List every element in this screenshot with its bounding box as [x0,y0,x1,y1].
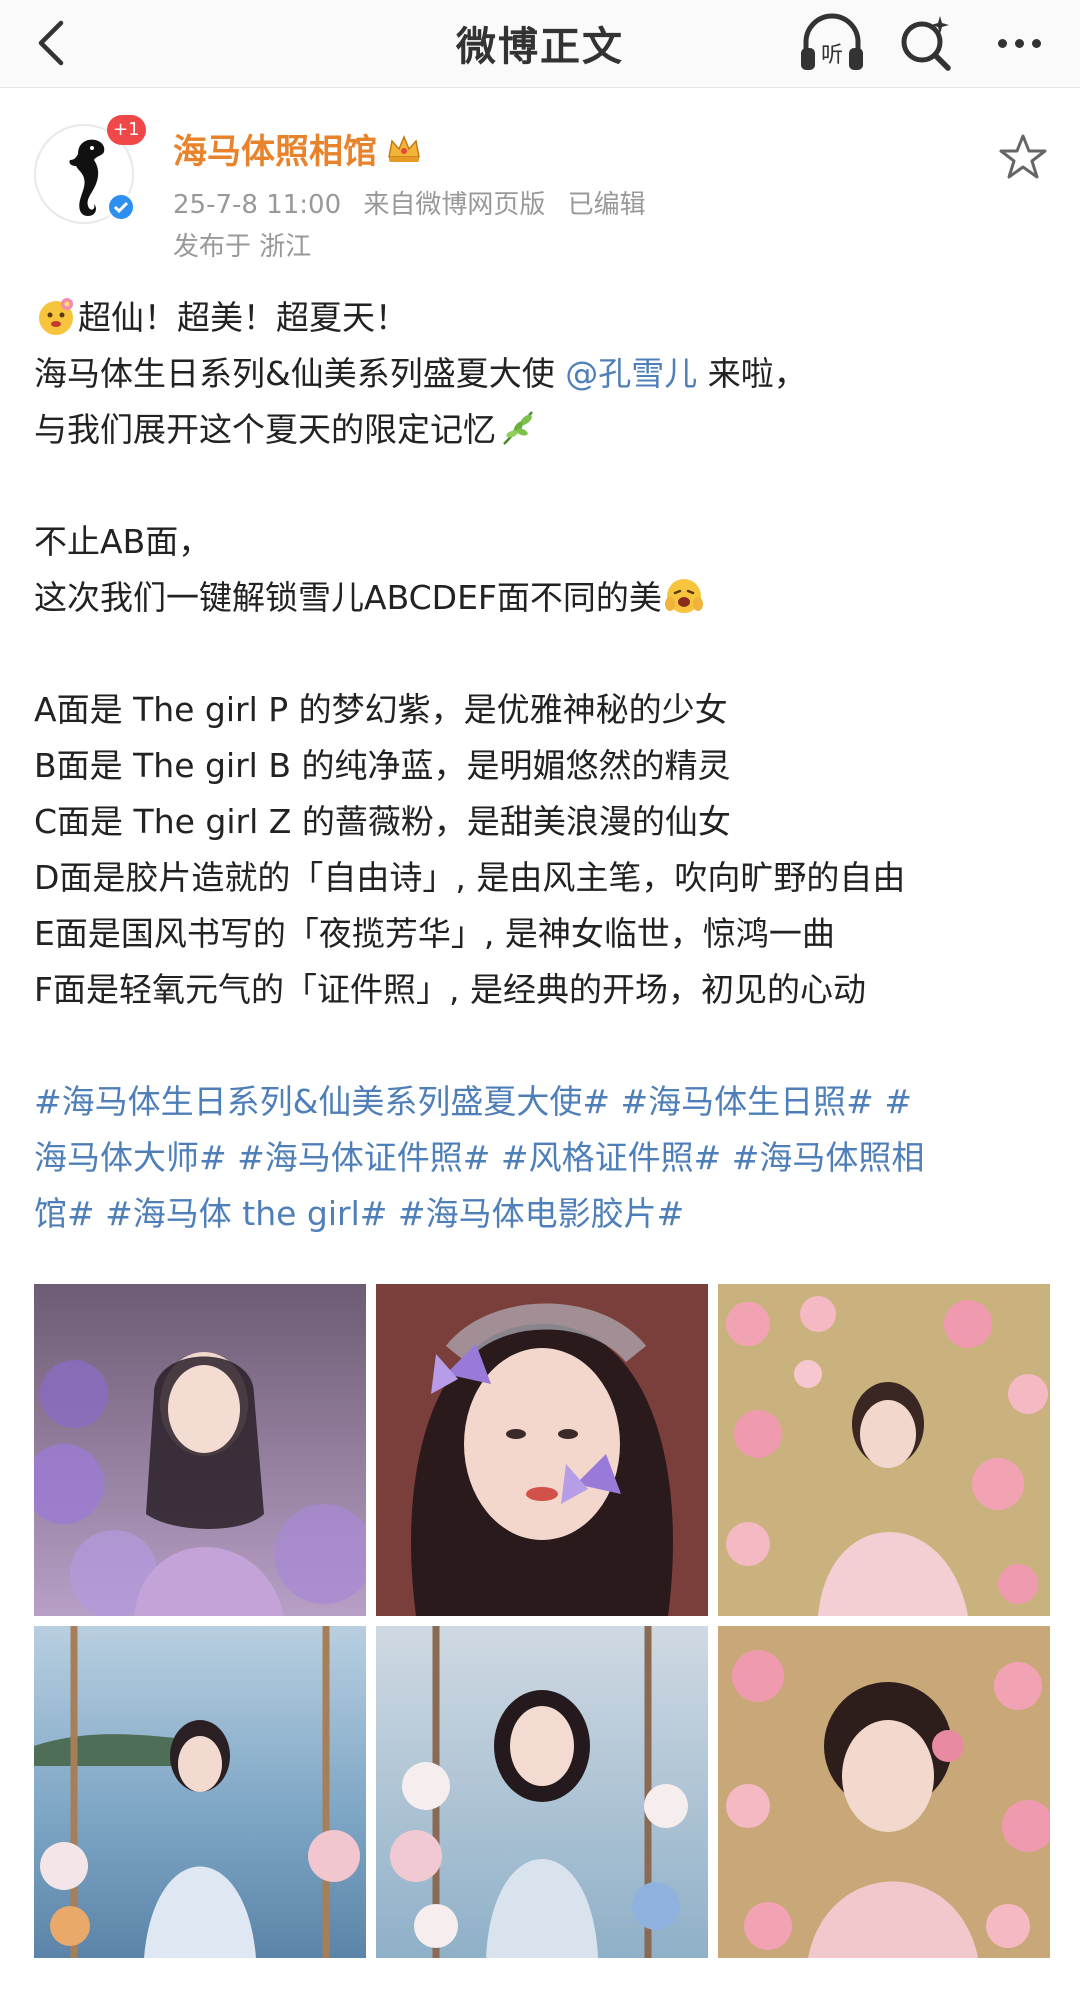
portrait-image [34,1284,366,1616]
post-line: A面是 The girl P 的梦幻紫，是优雅神秘的少女 [34,690,728,729]
post-line: 与我们展开这个夏天的限定记忆 [34,410,496,449]
flower-face-emoji-icon [39,298,73,335]
excited-face-emoji-icon [664,579,703,613]
post-line: B面是 The girl B 的纯净蓝，是明媚悠然的精灵 [34,746,731,785]
post-line: E面是国风书写的「夜揽芳华」, 是神女临世，惊鸿一曲 [34,914,835,953]
post-date: 25-7-8 11:00 [173,190,342,220]
post-content: 超仙！超美！超夏天！ 海马体生日系列&仙美系列盛夏大使 @孔雪儿 来啦， 与我们… [34,290,1050,1242]
portrait-image [376,1626,708,1958]
portrait-image [34,1626,366,1958]
dot-icon [1031,38,1041,48]
post-line: 这次我们一键解锁雪儿ABCDEF面不同的美 [34,578,662,617]
post-location: 发布于 浙江 [173,232,312,262]
post-line: 来啦， [697,354,807,393]
hashtag-link[interactable]: #海马体生日系列&仙美系列盛夏大使# #海马体生日照# # [34,1082,912,1121]
mention-link[interactable]: @孔雪儿 [565,354,697,393]
post-line: 不止AB面， [34,522,212,561]
more-button[interactable] [984,10,1054,76]
search-sparkle-icon [901,16,951,71]
top-nav-bar: 微博正文 听 [0,0,1080,88]
portrait-image [718,1284,1050,1616]
photo-lake-swing-portrait[interactable] [34,1626,366,1958]
post-line: C面是 The girl Z 的蔷薇粉，是甜美浪漫的仙女 [34,802,731,841]
photo-grid [34,1284,1050,2010]
listen-label: 听 [821,43,843,68]
post-source: 来自微博网页版 [363,190,546,220]
dot-icon [997,38,1007,48]
post-header: +1 海马体照相馆 25-7-8 11:00 来自微博网页版 已编辑 发布于 浙… [0,100,1080,270]
follow-plus-badge[interactable]: +1 [107,115,146,145]
post-line: D面是胶片造就的「自由诗」, 是由风主笔，吹向旷野的自由 [34,858,906,897]
post-meta: 25-7-8 11:00 来自微博网页版 已编辑 [173,184,660,221]
portrait-image [718,1626,1050,1958]
post-line: F面是轻氧元气的「证件照」, 是经典的开场，初见的心动 [34,970,866,1009]
hashtag-link[interactable]: 馆# #海马体 the girl# #海马体电影胶片# [34,1194,684,1233]
author-name-text[interactable]: 海马体照相馆 [173,124,377,173]
post-line: 海马体生日系列&仙美系列盛夏大使 [34,354,566,393]
crown-icon [388,134,420,162]
photo-pink-rose-garden-portrait[interactable] [718,1284,1050,1616]
photo-floral-swing-portrait[interactable] [376,1626,708,1958]
portrait-image [376,1284,708,1616]
photo-rose-closeup-portrait[interactable] [718,1626,1050,1958]
photo-butterfly-closeup-portrait[interactable] [376,1284,708,1616]
star-icon [999,134,1047,179]
favorite-button[interactable] [996,130,1050,184]
post-line: 超仙！超美！超夏天！ [78,298,408,337]
search-button[interactable] [896,8,956,78]
verified-badge-icon [106,192,136,222]
author-name[interactable]: 海马体照相馆 [173,124,423,173]
listen-button[interactable]: 听 [796,8,868,78]
post-edited: 已编辑 [567,190,646,220]
headphones-icon: 听 [801,13,863,70]
photo-purple-flower-portrait[interactable] [34,1284,366,1616]
herb-emoji-icon [503,411,533,445]
dot-icon [1014,38,1024,48]
hashtag-link[interactable]: 海马体大师# #海马体证件照# #风格证件照# #海马体照相 [34,1138,924,1177]
